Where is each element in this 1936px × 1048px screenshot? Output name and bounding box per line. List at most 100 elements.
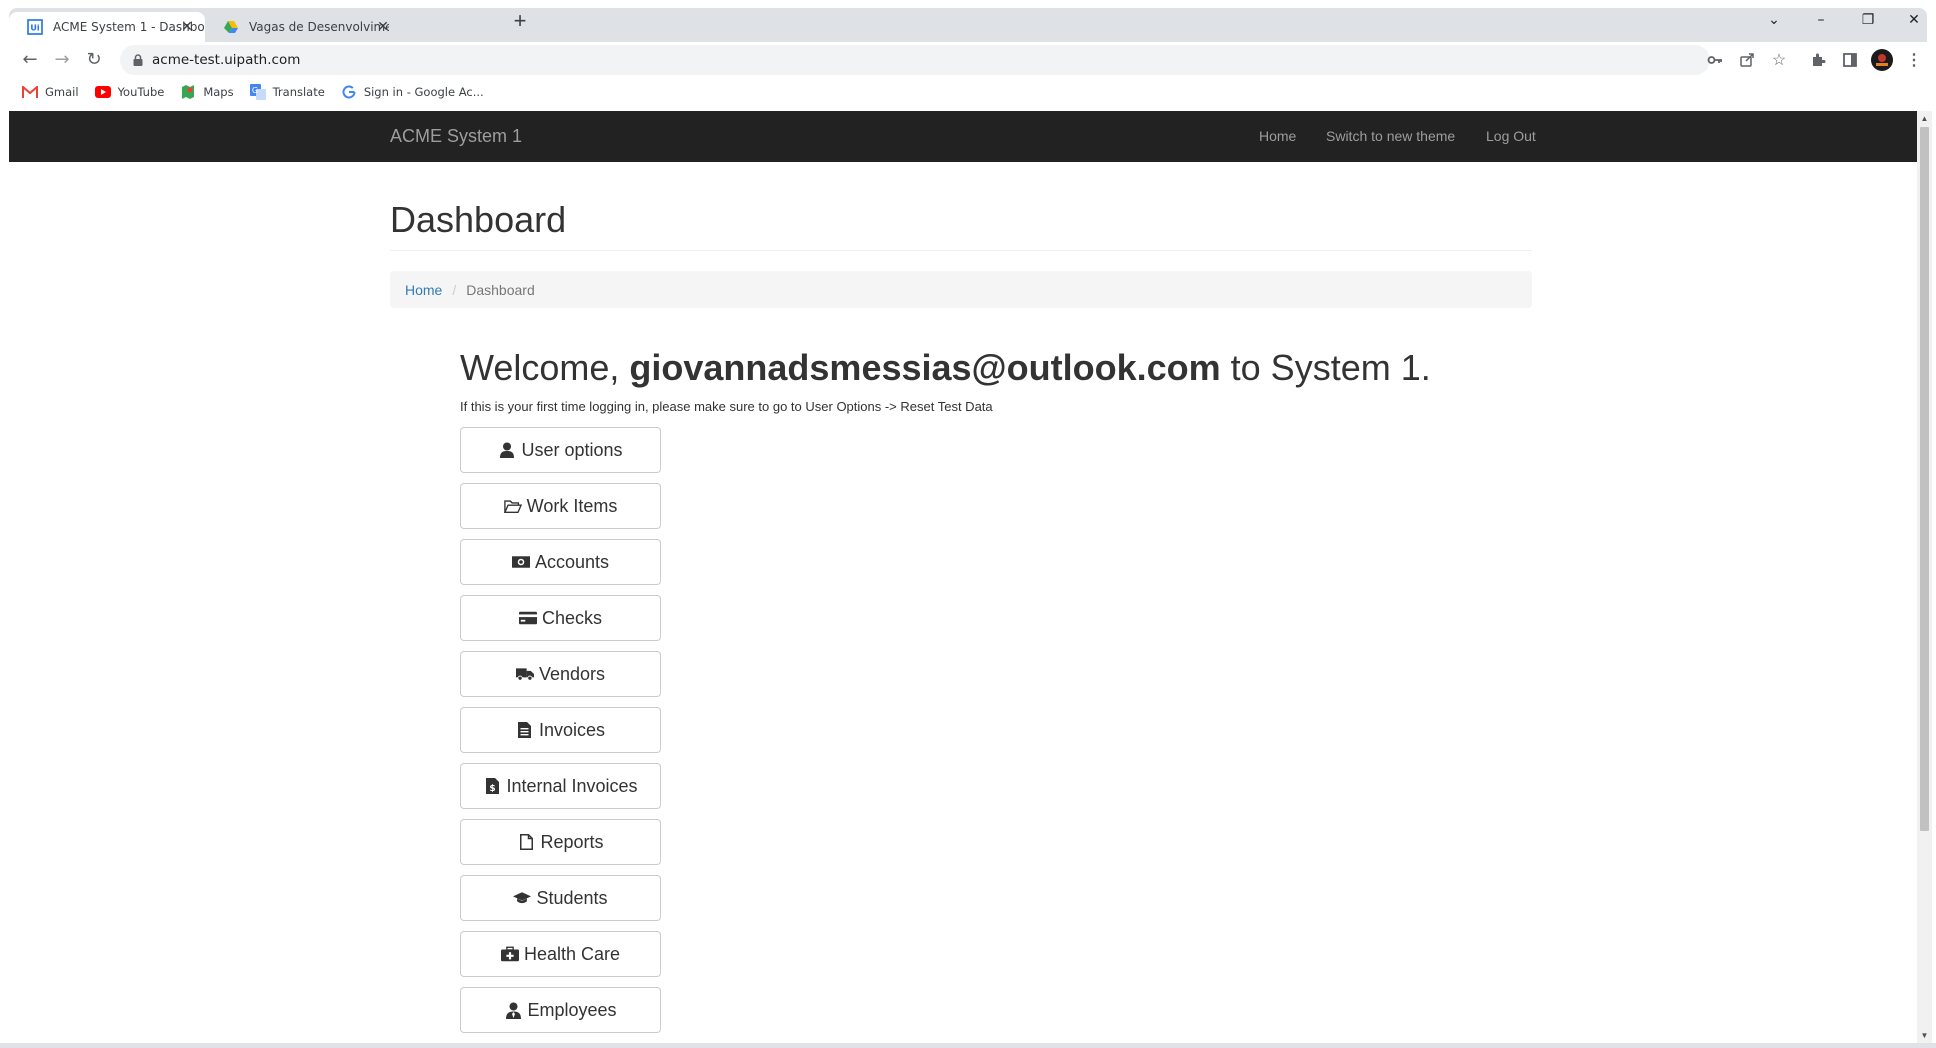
students-button[interactable]: Students [460,875,661,921]
welcome-heading: Welcome, giovannadsmessias@outlook.com t… [460,347,1431,389]
scroll-down-icon[interactable]: ▼ [1920,1031,1929,1040]
file-text-icon [516,722,534,738]
accounts-button[interactable]: Accounts [460,539,661,585]
vendors-button[interactable]: Vendors [460,651,661,697]
bookmark-label: YouTube [117,85,165,99]
user-icon [498,442,516,458]
bookmark-youtube[interactable]: YouTube [94,84,165,100]
nav-logout-link[interactable]: Log Out [1486,128,1536,144]
google-icon [341,84,357,100]
credit-card-icon [518,610,537,626]
restore-icon[interactable]: ❐ [1856,12,1880,32]
new-tab-icon[interactable]: + [508,10,532,34]
tab-acme-dashboard[interactable]: Ui ACME System 1 - Dashboard ✕ [9,12,205,42]
reload-icon[interactable]: ↻ [82,48,106,72]
health-care-button[interactable]: Health Care [460,931,661,977]
menu-label: Students [536,887,608,908]
svg-text:Ui: Ui [30,24,39,33]
address-bar[interactable]: acme-test.uipath.com ☆ [120,45,1786,75]
share-icon[interactable] [1737,50,1757,70]
employees-button[interactable]: Employees [460,987,661,1033]
vertical-scrollbar[interactable]: ▲ ▼ [1917,111,1932,1045]
file-invoice-icon: $ [483,778,501,794]
url-text: acme-test.uipath.com [152,52,301,68]
bookmark-label: Gmail [45,85,79,99]
menu-label: Work Items [526,495,618,516]
menu-label: Internal Invoices [506,775,638,796]
menu-label: Checks [541,607,603,628]
tab-close-icon[interactable]: ✕ [375,19,391,35]
menu-label: Vendors [538,663,606,684]
tab-title: Vagas de Desenvolvimento - Goo [249,20,389,34]
truck-icon [515,666,534,682]
bookmark-label: Translate [272,85,325,99]
bookmarks-bar: Gmail YouTube Maps G Translate Sign in -… [0,80,1936,104]
back-icon[interactable]: ← [18,48,42,72]
browser-menu-icon[interactable]: ⋮ [1904,50,1924,70]
tab-vagas[interactable]: Vagas de Desenvolvimento - Goo ✕ [205,12,401,42]
reports-button[interactable]: Reports [460,819,661,865]
google-drive-icon [223,19,239,35]
internal-invoices-button[interactable]: $ Internal Invoices [460,763,661,809]
money-icon [511,554,530,570]
browser-chrome: Ui ACME System 1 - Dashboard ✕ Vagas de … [0,0,1936,111]
file-icon [517,834,535,850]
browser-toolbar: ← → ↻ acme-test.uipath.com ☆ ⋮ [0,42,1936,78]
graduation-cap-icon [513,890,532,906]
dashboard-menu: User options Work Items Accounts Checks … [460,427,661,1043]
lock-icon [130,52,146,68]
breadcrumb-home-link[interactable]: Home [405,282,442,298]
welcome-user-email: giovannadsmessias@outlook.com [629,347,1221,388]
nav-switch-theme-link[interactable]: Switch to new theme [1326,128,1455,144]
tab-close-icon[interactable]: ✕ [179,19,195,35]
scrollbar-thumb[interactable] [1920,127,1929,831]
page-viewport: ACME System 1 Home Switch to new theme L… [9,111,1917,1045]
forward-icon[interactable]: → [50,48,74,72]
youtube-icon [94,84,111,100]
bookmark-label: Sign in - Google Ac... [363,85,484,99]
divider [390,250,1532,251]
extensions-icon[interactable] [1808,50,1828,70]
breadcrumb-separator: / [452,281,457,298]
menu-label: Reports [540,831,604,852]
menu-label: Health Care [523,943,621,964]
close-window-icon[interactable]: ✕ [1902,12,1926,32]
avatar[interactable] [1870,48,1894,72]
welcome-suffix: to System 1. [1220,347,1431,388]
menu-label: User options [521,439,623,460]
svg-text:$: $ [489,784,495,794]
status-strip [0,1043,1936,1048]
tab-search-icon[interactable]: ⌄ [1762,12,1786,32]
bookmark-label: Maps [203,85,234,99]
bookmark-translate[interactable]: G Translate [249,84,325,100]
top-navbar: ACME System 1 Home Switch to new theme L… [9,111,1917,162]
nav-home-link[interactable]: Home [1259,128,1296,144]
translate-icon: G [249,84,266,100]
tab-strip: Ui ACME System 1 - Dashboard ✕ Vagas de … [9,8,1927,42]
invoices-button[interactable]: Invoices [460,707,661,753]
bookmark-star-icon[interactable]: ☆ [1769,50,1789,70]
first-login-hint: If this is your first time logging in, p… [460,399,993,414]
user-tie-icon [504,1002,522,1019]
menu-label: Invoices [538,719,606,740]
maps-icon [180,84,196,100]
medkit-icon [500,946,519,962]
checks-button[interactable]: Checks [460,595,661,641]
work-items-button[interactable]: Work Items [460,483,661,529]
menu-label: Accounts [534,551,610,572]
navbar-brand[interactable]: ACME System 1 [390,126,522,147]
breadcrumb-current: Dashboard [466,281,535,298]
bookmark-google-signin[interactable]: Sign in - Google Ac... [341,84,484,100]
bookmark-maps[interactable]: Maps [180,84,234,100]
user-options-button[interactable]: User options [460,427,661,473]
key-icon[interactable] [1705,50,1725,70]
scroll-up-icon[interactable]: ▲ [1920,114,1929,123]
svg-text:G: G [251,86,257,95]
side-panel-icon[interactable] [1840,50,1860,70]
bookmark-gmail[interactable]: Gmail [22,84,79,100]
folder-open-icon [503,498,522,514]
page-title: Dashboard [390,199,567,240]
uipath-favicon-icon: Ui [27,19,43,35]
minimize-icon[interactable]: – [1809,12,1833,32]
breadcrumb: Home / Dashboard [390,271,1532,308]
